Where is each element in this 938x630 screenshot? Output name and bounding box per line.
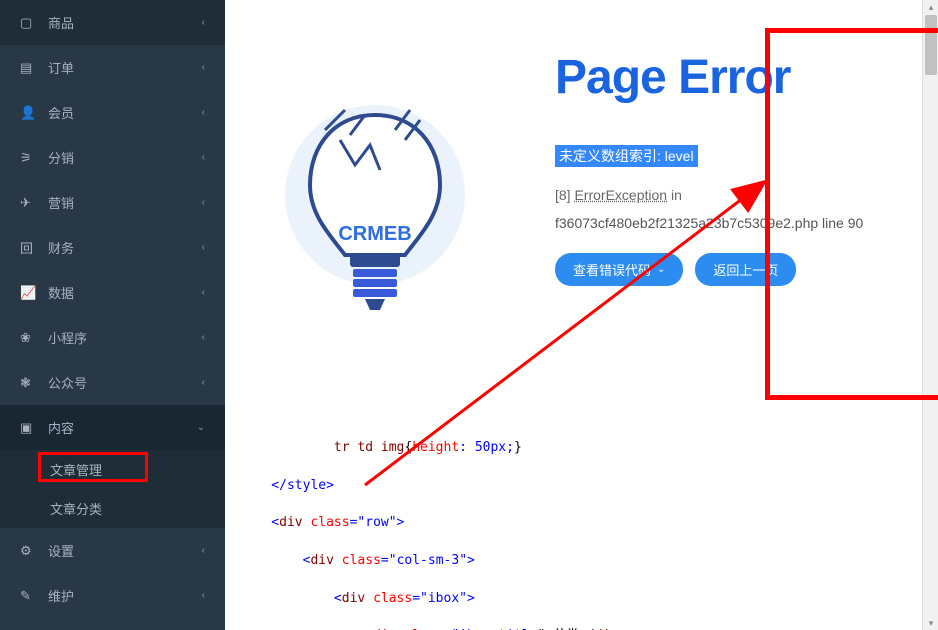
submenu-label: 文章分类 — [50, 502, 102, 517]
sidebar-label: 财务 — [48, 238, 202, 257]
chevron-down-icon: ⌄ — [657, 264, 665, 275]
laptop-icon: ▢ — [20, 15, 38, 31]
chevron-left-icon: ‹ — [202, 287, 205, 298]
vertical-scrollbar[interactable]: ▴ ▾ — [922, 0, 938, 630]
submenu-item-article-manage[interactable]: 文章管理 — [0, 450, 225, 489]
sidebar-label: 设置 — [48, 541, 202, 560]
error-message-highlighted: 未定义数组索引: level — [555, 145, 698, 167]
chevron-left-icon: ‹ — [202, 17, 205, 28]
chevron-left-icon: ‹ — [202, 152, 205, 163]
chevron-left-icon: ‹ — [202, 62, 205, 73]
sidebar: ▢ 商品 ‹ ▤ 订单 ‹ 👤 会员 ‹ ⚞ 分销 ‹ ✈ 营销 ‹ 回 财务 … — [0, 0, 225, 630]
exception-name: ErrorException — [574, 187, 667, 203]
error-title: Page Error — [555, 50, 908, 105]
sidebar-item-miniapp[interactable]: ❀ 小程序 ‹ — [0, 315, 225, 360]
source-code-view: tr td img{height: 50px;} </style> <div c… — [240, 420, 938, 630]
sidebar-label: 内容 — [48, 418, 197, 437]
scrollbar-down-icon[interactable]: ▾ — [926, 618, 936, 628]
sidebar-item-content[interactable]: ▣ 内容 ⌄ — [0, 405, 225, 450]
exception-in: in — [671, 187, 682, 203]
submenu-label: 文章管理 — [50, 463, 102, 478]
sidebar-label: 分销 — [48, 148, 202, 167]
error-illustration: CRMEB — [225, 20, 525, 410]
sidebar-item-marketing[interactable]: ✈ 营销 ‹ — [0, 180, 225, 225]
sidebar-item-members[interactable]: 👤 会员 ‹ — [0, 90, 225, 135]
book-icon: ▣ — [20, 420, 38, 436]
sidebar-label: 公众号 — [48, 373, 202, 392]
button-label: 查看错误代码 — [573, 260, 651, 279]
sidebar-label: 维护 — [48, 586, 202, 605]
sidebar-label: 商品 — [48, 13, 202, 32]
chevron-left-icon: ‹ — [202, 332, 205, 343]
sidebar-item-wechat[interactable]: ❃ 公众号 ‹ — [0, 360, 225, 405]
button-label: 返回上一页 — [713, 260, 778, 279]
chevron-left-icon: ‹ — [202, 545, 205, 556]
sidebar-item-orders[interactable]: ▤ 订单 ‹ — [0, 45, 225, 90]
view-error-code-button[interactable]: 查看错误代码 ⌄ — [555, 253, 683, 286]
list-icon: ▤ — [20, 60, 38, 76]
broken-bulb-icon: CRMEB — [275, 85, 475, 345]
error-region: CRMEB Page Error 未定义数组索引: level [8] Erro… — [225, 20, 938, 410]
error-panel: Page Error 未定义数组索引: level [8] ErrorExcep… — [525, 20, 938, 410]
sidebar-label: 小程序 — [48, 328, 202, 347]
sidebar-label: 营销 — [48, 193, 202, 212]
go-back-button[interactable]: 返回上一页 — [695, 253, 796, 286]
exception-code: [8] — [555, 187, 571, 203]
sidebar-label: 会员 — [48, 103, 202, 122]
sidebar-item-settings[interactable]: ⚙ 设置 ‹ — [0, 528, 225, 573]
brand-text: CRMEB — [338, 223, 411, 245]
sidebar-item-maintenance[interactable]: ✎ 维护 ‹ — [0, 573, 225, 618]
scrollbar-up-icon[interactable]: ▴ — [926, 2, 936, 12]
submenu-item-article-category[interactable]: 文章分类 — [0, 489, 225, 528]
wechat-icon: ❃ — [20, 375, 38, 391]
share-icon: ⚞ — [20, 150, 38, 166]
chart-icon: 📈 — [20, 285, 38, 301]
scrollbar-thumb[interactable] — [925, 15, 937, 75]
error-buttons: 查看错误代码 ⌄ 返回上一页 — [555, 253, 908, 286]
send-icon: ✈ — [20, 195, 38, 211]
chevron-left-icon: ‹ — [202, 377, 205, 388]
sidebar-label: 数据 — [48, 283, 202, 302]
chevron-down-icon: ⌄ — [197, 422, 205, 433]
chevron-left-icon: ‹ — [202, 590, 205, 601]
error-exception-line: [8] ErrorException in — [555, 187, 908, 203]
chevron-left-icon: ‹ — [202, 107, 205, 118]
error-file-line: f36073cf480eb2f21325a23b7c5309e2.php lin… — [555, 215, 908, 231]
sidebar-item-products[interactable]: ▢ 商品 ‹ — [0, 0, 225, 45]
sidebar-label: 订单 — [48, 58, 202, 77]
gear-icon: ⚙ — [20, 543, 38, 559]
chevron-left-icon: ‹ — [202, 197, 205, 208]
chevron-left-icon: ‹ — [202, 242, 205, 253]
miniapp-icon: ❀ — [20, 330, 38, 346]
user-icon: 👤 — [20, 105, 38, 121]
main-content: CRMEB Page Error 未定义数组索引: level [8] Erro… — [225, 0, 938, 630]
sidebar-item-distribution[interactable]: ⚞ 分销 ‹ — [0, 135, 225, 180]
wrench-icon: ✎ — [20, 588, 38, 604]
money-icon: 回 — [20, 238, 38, 257]
sidebar-item-finance[interactable]: 回 财务 ‹ — [0, 225, 225, 270]
sidebar-item-data[interactable]: 📈 数据 ‹ — [0, 270, 225, 315]
submenu-content: 文章管理 文章分类 — [0, 450, 225, 528]
